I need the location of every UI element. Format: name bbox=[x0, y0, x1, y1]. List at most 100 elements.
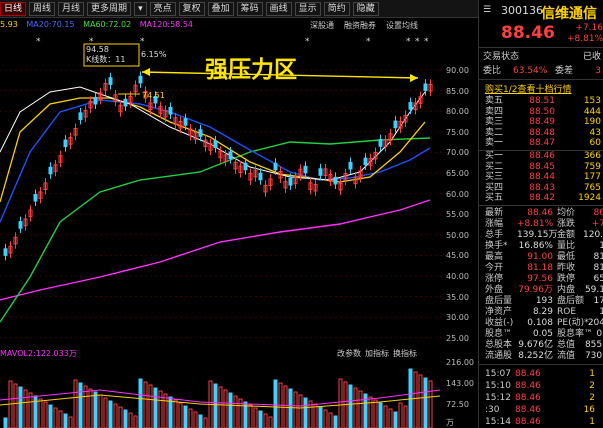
candle-body bbox=[198, 129, 203, 137]
change-pct: +8.81% bbox=[567, 34, 603, 44]
candle-body bbox=[123, 98, 128, 107]
volume-bar bbox=[263, 413, 268, 428]
volume-bar bbox=[353, 387, 358, 428]
volume-bar bbox=[163, 393, 168, 428]
volume-bar bbox=[303, 397, 308, 428]
volume-chart[interactable] bbox=[0, 360, 446, 428]
price-axis-tick: 70.00 bbox=[446, 148, 469, 158]
volume-bar bbox=[383, 405, 388, 428]
switch-indicator-tab[interactable]: 换指标 bbox=[393, 348, 417, 360]
arrow-left-icon bbox=[142, 68, 150, 76]
volume-bar bbox=[233, 395, 238, 428]
price-change: +7.16 +8.81% bbox=[567, 23, 603, 45]
order-book-row[interactable]: 买一 88.46 366 bbox=[479, 151, 603, 162]
volume-bar bbox=[413, 371, 418, 428]
order-book-row[interactable]: 买五 88.42 1924 bbox=[479, 193, 603, 204]
order-book-row[interactable]: 卖四 88.50 444 bbox=[479, 107, 603, 118]
hk-connect-tab[interactable]: 深股通 bbox=[310, 20, 334, 32]
candle-body bbox=[3, 248, 8, 256]
display-button[interactable]: 显示 bbox=[294, 1, 321, 16]
peak-price-label: 94.58 bbox=[86, 45, 109, 54]
event-marker: * bbox=[305, 37, 310, 47]
candle-body bbox=[63, 139, 68, 148]
stat-row: 今开81.18昨收81 bbox=[485, 263, 603, 273]
volume-bar bbox=[43, 401, 48, 428]
event-marker: * bbox=[36, 37, 41, 47]
margin-tab[interactable]: 融资融券 bbox=[344, 20, 376, 32]
mavol-label: MAVOL2:122.033万 bbox=[0, 349, 77, 358]
divider bbox=[479, 364, 603, 365]
volume-bar bbox=[288, 388, 293, 428]
volume-bar bbox=[333, 415, 338, 428]
candle-body bbox=[423, 83, 428, 92]
hide-button[interactable]: 隐藏 bbox=[352, 1, 379, 16]
order-book-row[interactable]: 卖一 88.47 60 bbox=[479, 138, 603, 149]
volume-bar bbox=[418, 374, 423, 428]
volume-bar bbox=[393, 411, 398, 428]
volume-bar bbox=[123, 409, 128, 428]
ma60-value: MA60:72.02 bbox=[83, 20, 132, 29]
order-book-row[interactable]: 卖五 88.51 153 bbox=[479, 96, 603, 107]
price-axis-tick: 40.00 bbox=[446, 272, 469, 281]
volume-bar bbox=[153, 387, 158, 428]
candle-body bbox=[228, 151, 233, 160]
stat-row: 最高91.00最低81 bbox=[485, 252, 603, 262]
stat-row: 总股本 9.676亿 总值 855. bbox=[485, 340, 603, 350]
candle-body bbox=[258, 172, 263, 181]
draw-button[interactable]: 画线 bbox=[265, 1, 292, 16]
volume-bar bbox=[33, 395, 38, 428]
weekly-tab[interactable]: 周线 bbox=[29, 1, 56, 16]
candle-body bbox=[273, 162, 278, 171]
event-marker: * bbox=[424, 37, 429, 47]
order-book-row[interactable]: 卖三 88.49 190 bbox=[479, 117, 603, 128]
volume-bar bbox=[398, 402, 403, 428]
volume-bar bbox=[118, 406, 123, 428]
ma20-value: MA20:70.15 bbox=[26, 20, 75, 29]
monthly-tab[interactable]: 月线 bbox=[58, 1, 85, 16]
highlight-button[interactable]: 亮点 bbox=[149, 1, 176, 16]
adjust-button[interactable]: 复权 bbox=[178, 1, 205, 16]
price-axis-tick: 35.00 bbox=[446, 292, 469, 302]
volume-bar bbox=[368, 396, 373, 428]
volume-bar bbox=[223, 389, 228, 428]
book-upgrade-link[interactable]: 购买1/2查看十档行情 bbox=[485, 82, 597, 95]
price-axis-tick: 80.00 bbox=[446, 107, 469, 117]
ma10-value: 5.93 bbox=[0, 20, 18, 29]
set-ma-tab[interactable]: 设置均线 bbox=[386, 20, 418, 32]
stat-row: 盘后量193盘后额17 bbox=[485, 296, 603, 306]
add-indicator-tab[interactable]: 加指标 bbox=[365, 348, 389, 360]
volume-bar bbox=[228, 392, 233, 428]
volume-bar bbox=[423, 377, 428, 428]
more-periods-button[interactable]: 更多周期 bbox=[87, 1, 132, 16]
simple-button[interactable]: 简约 bbox=[323, 1, 350, 16]
menu-icon[interactable]: ☰ bbox=[483, 5, 491, 15]
candle-body bbox=[78, 112, 83, 120]
stat-row: 净资产8.29ROE1 bbox=[485, 307, 603, 317]
volume-bar bbox=[3, 417, 8, 428]
volume-bar bbox=[73, 379, 78, 428]
price-axis-tick: 60.00 bbox=[446, 189, 469, 199]
stat-row: 换手*16.86%量比1 bbox=[485, 241, 603, 251]
vol-axis-72: 72.50 bbox=[446, 400, 469, 409]
dropdown-icon[interactable]: ▾ bbox=[134, 1, 147, 16]
volume-bar bbox=[178, 402, 183, 428]
volume-bar bbox=[103, 397, 108, 428]
volume-bar bbox=[198, 414, 203, 428]
order-book-row[interactable]: 买二 88.45 759 bbox=[479, 162, 603, 173]
overlay-button[interactable]: 叠加 bbox=[207, 1, 234, 16]
volume-bar bbox=[93, 391, 98, 428]
edit-params-tab[interactable]: 改参数 bbox=[337, 348, 361, 360]
volume-bar bbox=[28, 392, 33, 428]
volume-bar bbox=[13, 383, 18, 428]
volume-bar bbox=[108, 400, 113, 428]
stat-row: 收益(-)0.108PE(动)*204 bbox=[485, 318, 603, 328]
volume-bar bbox=[58, 410, 63, 428]
daily-tab[interactable]: 日线 bbox=[0, 1, 27, 16]
chips-button[interactable]: 筹码 bbox=[236, 1, 263, 16]
quote-header: ☰ 300136 信维通信 88.46 +7.16 +8.81% bbox=[479, 0, 603, 48]
candle-body bbox=[333, 176, 338, 185]
volume-bar bbox=[98, 394, 103, 428]
order-book-row[interactable]: 买三 88.44 177 bbox=[479, 172, 603, 183]
volume-bar bbox=[428, 380, 433, 428]
candle-body bbox=[33, 193, 38, 202]
